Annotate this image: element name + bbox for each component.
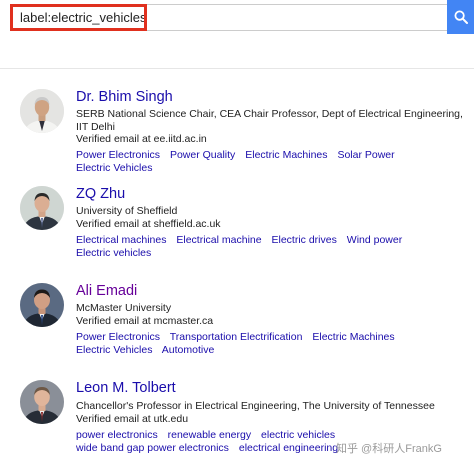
search-field-extension[interactable] (147, 4, 447, 31)
interest-tag[interactable]: wide band gap power electronics (76, 442, 229, 454)
header-divider (0, 68, 474, 69)
profile-name[interactable]: ZQ Zhu (76, 186, 125, 202)
interest-tag[interactable]: Wind power (347, 234, 402, 246)
profile-email: Verified email at utk.edu (76, 413, 189, 425)
interest-tag[interactable]: Electric Vehicles (76, 344, 152, 356)
interest-tag[interactable]: Electrical machine (176, 234, 261, 246)
profile-affiliation: McMaster University (76, 302, 172, 314)
interest-tag[interactable]: electric vehicles (261, 429, 335, 441)
interest-tag[interactable]: Electric Machines (245, 149, 327, 161)
search-icon (454, 10, 468, 24)
interest-tag[interactable]: Transportation Electrification (170, 331, 303, 343)
interest-tag[interactable]: Electrical machines (76, 234, 166, 246)
profile-name[interactable]: Dr. Bhim Singh (76, 89, 173, 105)
avatar[interactable] (20, 89, 64, 133)
interest-tag[interactable]: Power Electronics (76, 331, 160, 343)
interest-tag[interactable]: electrical engineering (239, 442, 338, 454)
search-bar (0, 0, 474, 34)
avatar[interactable] (20, 186, 64, 230)
interest-tags: Electrical machines Electrical machine E… (76, 234, 468, 259)
search-input-wrapper (10, 4, 147, 31)
profile-affiliation: Chancellor's Professor in Electrical Eng… (76, 400, 435, 412)
profile-email: Verified email at ee.iitd.ac.in (76, 133, 207, 145)
search-input[interactable] (13, 7, 144, 28)
interest-tag[interactable]: Power Quality (170, 149, 235, 161)
interest-tags: Power Electronics Transportation Electri… (76, 331, 468, 356)
interest-tag[interactable]: Electric drives (272, 234, 337, 246)
watermark: 知乎 @科研人FrankG (336, 443, 442, 455)
interest-tag[interactable]: Electric Vehicles (76, 162, 152, 174)
profile-email: Verified email at sheffield.ac.uk (76, 218, 221, 230)
interest-tag[interactable]: Power Electronics (76, 149, 160, 161)
interest-tag[interactable]: Automotive (162, 344, 215, 356)
interest-tags: Power Electronics Power Quality Electric… (76, 149, 468, 174)
avatar[interactable] (20, 380, 64, 424)
interest-tag[interactable]: renewable energy (168, 429, 251, 441)
profile-name[interactable]: Ali Emadi (76, 283, 137, 299)
search-button[interactable] (447, 0, 474, 34)
interest-tag[interactable]: Electric Machines (312, 331, 394, 343)
profile-email: Verified email at mcmaster.ca (76, 315, 214, 327)
interest-tag[interactable]: Electric vehicles (76, 247, 151, 259)
profile-affiliation: SERB National Science Chair, CEA Chair P… (76, 108, 463, 133)
avatar[interactable] (20, 283, 64, 327)
interest-tag[interactable]: Solar Power (337, 149, 394, 161)
interest-tag[interactable]: power electronics (76, 429, 158, 441)
profile-name[interactable]: Leon M. Tolbert (76, 380, 176, 396)
profile-affiliation: University of Sheffield (76, 205, 178, 217)
